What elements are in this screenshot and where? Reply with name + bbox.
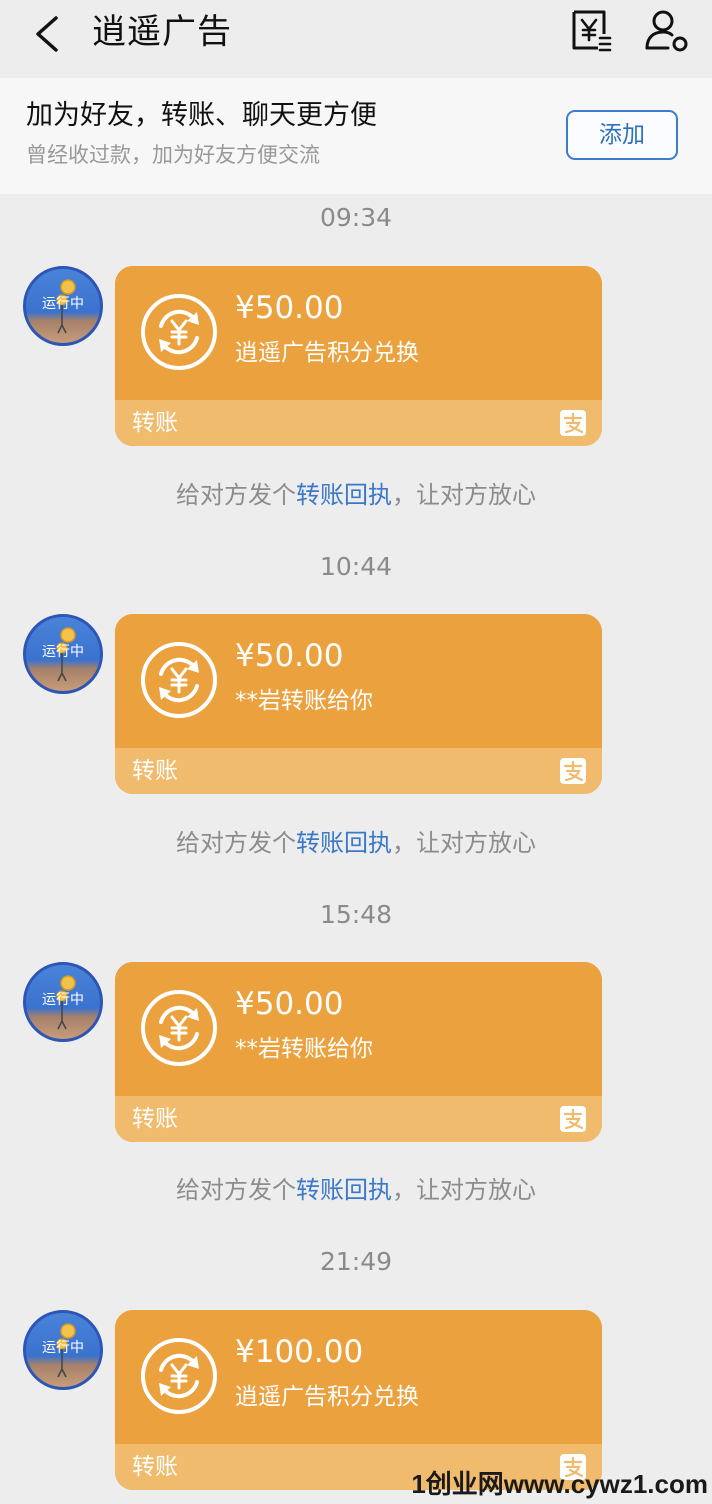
yuan-bill-icon[interactable] bbox=[568, 8, 614, 54]
transfer-label: 转账 bbox=[132, 1454, 178, 1480]
alipay-logo-icon bbox=[560, 758, 586, 784]
add-friend-button[interactable]: 添加 bbox=[566, 110, 678, 160]
avatar-label: 运行中 bbox=[42, 644, 84, 660]
transfer-description: **岩转账给你 bbox=[235, 1036, 373, 1062]
transfer-description: 逍遥广告积分兑换 bbox=[235, 340, 419, 366]
receipt-suffix: ，让对方放心 bbox=[392, 1176, 536, 1204]
receipt-prefix: 给对方发个 bbox=[176, 1176, 296, 1204]
receipt-suffix: ，让对方放心 bbox=[392, 829, 536, 857]
alipay-logo-icon bbox=[560, 1106, 586, 1132]
message-timestamp: 09:34 bbox=[319, 203, 393, 232]
transfer-card[interactable]: ¥50.00 **岩转账给你 转账 bbox=[115, 614, 602, 794]
avatar[interactable]: 运行中 bbox=[23, 1310, 103, 1390]
transfer-label: 转账 bbox=[132, 758, 178, 784]
avatar-label: 运行中 bbox=[42, 1340, 84, 1356]
alipay-logo-icon bbox=[560, 410, 586, 436]
banner-title: 加为好友，转账、聊天更方便 bbox=[26, 100, 377, 131]
receipt-link[interactable]: 转账回执 bbox=[296, 829, 392, 857]
transfer-card-body: ¥50.00 逍遥广告积分兑换 bbox=[115, 266, 602, 400]
receipt-prefix: 给对方发个 bbox=[176, 481, 296, 509]
receipt-suffix: ，让对方放心 bbox=[392, 481, 536, 509]
transfer-card-body: ¥100.00 逍遥广告积分兑换 bbox=[115, 1310, 602, 1444]
receipt-hint: 给对方发个转账回执，让对方放心 bbox=[0, 479, 712, 511]
transfer-card-footer: 转账 bbox=[115, 748, 602, 794]
transfer-label: 转账 bbox=[132, 1106, 178, 1132]
transfer-yuan-icon bbox=[141, 990, 217, 1066]
avatar-label: 运行中 bbox=[42, 992, 84, 1008]
page-title: 逍遥广告 bbox=[92, 12, 232, 52]
transfer-amount: ¥50.00 bbox=[235, 290, 344, 326]
transfer-yuan-icon bbox=[141, 642, 217, 718]
banner-subtitle: 曾经收过款，加为好友方便交流 bbox=[26, 143, 320, 167]
receipt-link[interactable]: 转账回执 bbox=[296, 481, 392, 509]
transfer-amount: ¥50.00 bbox=[235, 638, 344, 674]
transfer-card-body: ¥50.00 **岩转账给你 bbox=[115, 614, 602, 748]
transfer-card-body: ¥50.00 **岩转账给你 bbox=[115, 962, 602, 1096]
message-timestamp: 10:44 bbox=[319, 552, 393, 581]
transfer-description: **岩转账给你 bbox=[235, 688, 373, 714]
receipt-hint: 给对方发个转账回执，让对方放心 bbox=[0, 827, 712, 859]
receipt-hint: 给对方发个转账回执，让对方放心 bbox=[0, 1174, 712, 1206]
message-timestamp: 21:49 bbox=[319, 1247, 393, 1276]
receipt-link[interactable]: 转账回执 bbox=[296, 1176, 392, 1204]
transfer-description: 逍遥广告积分兑换 bbox=[235, 1384, 419, 1410]
transfer-card-footer: 转账 bbox=[115, 400, 602, 446]
person-settings-icon[interactable] bbox=[644, 8, 690, 54]
transfer-card-footer: 转账 bbox=[115, 1096, 602, 1142]
transfer-yuan-icon bbox=[141, 1338, 217, 1414]
transfer-label: 转账 bbox=[132, 410, 178, 436]
avatar[interactable]: 运行中 bbox=[23, 614, 103, 694]
avatar[interactable]: 运行中 bbox=[23, 962, 103, 1042]
chevron-left-icon[interactable] bbox=[28, 12, 68, 56]
add-friend-banner: 加为好友，转账、聊天更方便 曾经收过款，加为好友方便交流 添加 bbox=[0, 78, 712, 194]
avatar-label: 运行中 bbox=[42, 296, 84, 312]
message-timestamp: 15:48 bbox=[319, 900, 393, 929]
transfer-card[interactable]: ¥50.00 **岩转账给你 转账 bbox=[115, 962, 602, 1142]
watermark: 1创业网www.cywz1.com bbox=[411, 1469, 708, 1499]
nav-bar: 逍遥广告 bbox=[0, 0, 712, 72]
transfer-amount: ¥100.00 bbox=[235, 1334, 364, 1370]
transfer-yuan-icon bbox=[141, 294, 217, 370]
receipt-prefix: 给对方发个 bbox=[176, 829, 296, 857]
transfer-amount: ¥50.00 bbox=[235, 986, 344, 1022]
transfer-card[interactable]: ¥50.00 逍遥广告积分兑换 转账 bbox=[115, 266, 602, 446]
transfer-card[interactable]: ¥100.00 逍遥广告积分兑换 转账 bbox=[115, 1310, 602, 1490]
avatar[interactable]: 运行中 bbox=[23, 266, 103, 346]
